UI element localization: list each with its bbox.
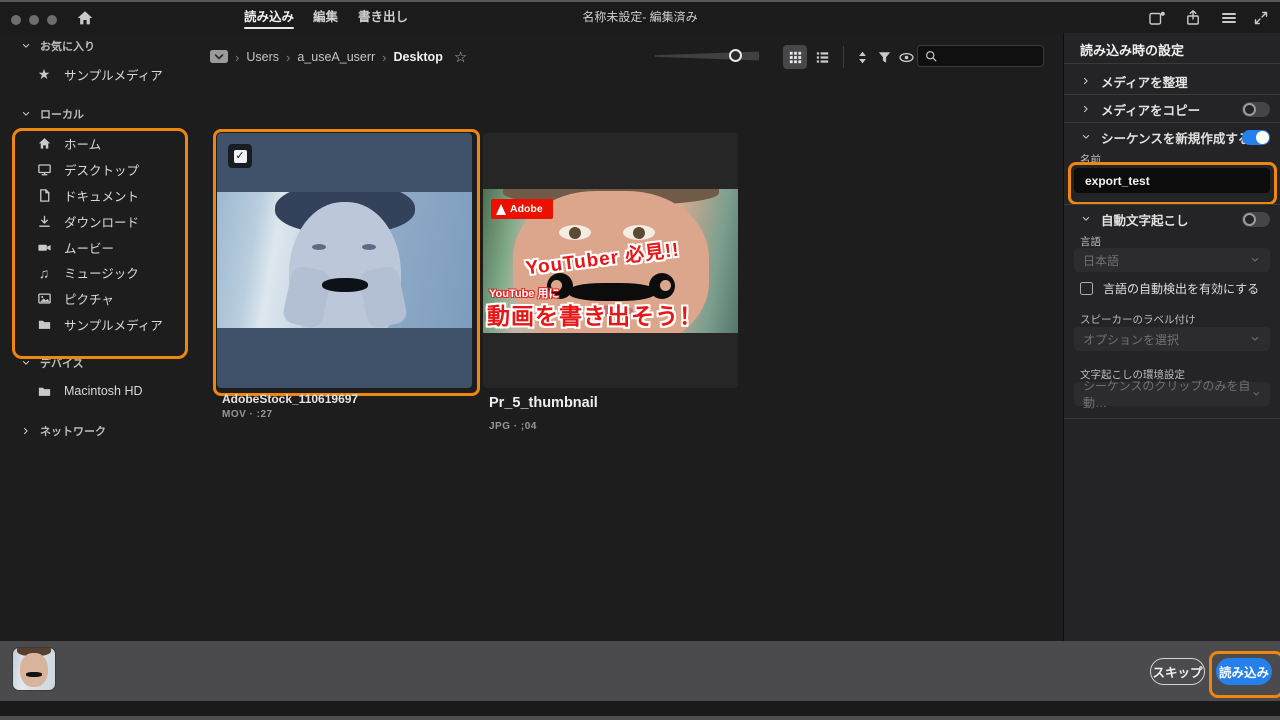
sidebar-item-music[interactable]: ♫ ミュージック <box>36 263 139 282</box>
sidebar-section-devices[interactable]: デバイス <box>20 355 84 371</box>
copy-media-toggle[interactable] <box>1242 102 1270 117</box>
monitor-icon <box>36 162 52 178</box>
section-copy-media[interactable]: メディアをコピー <box>1080 95 1268 123</box>
checkbox-checked-icon: ✓ <box>233 149 247 163</box>
name-label: 名前 <box>1080 154 1101 166</box>
media-thumbnail-art: Adobe YouTuber 必見!! YouTube 用に 動画を書き出そう！ <box>483 189 738 333</box>
picture-icon <box>36 291 52 307</box>
language-label: 言語 <box>1080 236 1101 248</box>
folder-icon <box>36 317 52 333</box>
auto-detect-language-checkbox[interactable]: 言語の自動検出を有効にする <box>1080 280 1259 297</box>
favorite-star-icon[interactable]: ☆ <box>454 48 467 66</box>
panel-title: 読み込み時の設定 <box>1080 43 1185 58</box>
toolbar-divider <box>843 46 844 68</box>
media-meta: MOV · :27 <box>222 409 273 420</box>
workspace-icon[interactable] <box>1148 9 1166 27</box>
import-button[interactable]: 読み込み <box>1216 658 1272 685</box>
window-bottom-edge <box>0 701 1280 716</box>
section-auto-transcribe[interactable]: 自動文字起こし <box>1080 205 1268 233</box>
sidebar-item-sample-media-fav[interactable]: ★ サンプルメディア <box>36 65 163 84</box>
breadcrumb: › Users › a_useA_userr › Desktop ☆ <box>210 45 467 69</box>
chevron-down-icon <box>1251 257 1259 262</box>
transcription-pref-dropdown[interactable]: シーケンスのクリップのみを自動… <box>1074 379 1270 410</box>
language-dropdown[interactable]: 日本語 <box>1074 248 1270 272</box>
chevron-down-icon <box>1251 336 1259 341</box>
document-icon <box>36 188 52 204</box>
auto-transcribe-toggle[interactable] <box>1242 212 1270 227</box>
section-organize-media[interactable]: メディアを整理 <box>1080 67 1268 95</box>
home-icon <box>36 136 52 152</box>
speaker-labeling-label: スピーカーのラベル付け <box>1080 314 1196 326</box>
fullscreen-icon[interactable] <box>1252 9 1270 27</box>
menu-icon[interactable] <box>1220 9 1238 27</box>
grid-view-button[interactable] <box>783 45 807 69</box>
media-card-pr-thumbnail[interactable]: Adobe YouTuber 必見!! YouTube 用に 動画を書き出そう！ <box>483 133 738 388</box>
sidebar-item-desktop[interactable]: デスクトップ <box>36 160 139 179</box>
sidebar-section-local[interactable]: ローカル <box>20 106 84 122</box>
chevron-down-icon <box>1252 392 1259 396</box>
breadcrumb-user[interactable]: a_useA_userr <box>297 50 375 64</box>
search-icon <box>926 50 937 61</box>
download-icon <box>36 214 52 230</box>
sidebar-section-favorites[interactable]: お気に入り <box>20 38 95 54</box>
breadcrumb-desktop[interactable]: Desktop <box>394 50 443 64</box>
sidebar-item-documents[interactable]: ドキュメント <box>36 186 139 205</box>
sidebar-item-pictures[interactable]: ピクチャ <box>36 289 114 308</box>
sidebar-item-home[interactable]: ホーム <box>36 134 101 153</box>
sidebar: お気に入り ★ サンプルメディア ローカル ホーム デスクトップ ドキュメント … <box>0 33 210 641</box>
share-icon[interactable] <box>1184 9 1202 27</box>
media-name: AdobeStock_110619697 <box>222 392 359 406</box>
drive-icon[interactable] <box>210 50 228 64</box>
content-area: お気に入り ★ サンプルメディア ローカル ホーム デスクトップ ドキュメント … <box>0 33 1063 641</box>
desktop-edge <box>0 716 1280 720</box>
adobe-logo: Adobe <box>491 199 553 219</box>
movie-icon <box>36 240 52 256</box>
folder-icon <box>36 383 52 399</box>
sidebar-section-network[interactable]: ネットワーク <box>20 423 106 439</box>
search-box[interactable] <box>917 45 1044 67</box>
selection-checkbox[interactable]: ✓ <box>228 144 252 168</box>
media-card-adobestock[interactable]: ✓ <box>217 133 472 388</box>
filter-button[interactable] <box>872 45 896 69</box>
thumbnail-zoom-slider[interactable] <box>655 49 759 62</box>
section-new-sequence[interactable]: シーケンスを新規作成する <box>1080 123 1268 151</box>
sequence-name-input[interactable] <box>1075 169 1269 192</box>
sort-button[interactable] <box>850 45 874 69</box>
thumbnail-text-overlay: 動画を書き出そう！ <box>487 303 703 329</box>
speaker-labeling-dropdown[interactable]: オプションを選択 <box>1074 327 1270 351</box>
list-view-button[interactable] <box>810 45 834 69</box>
checkbox-unchecked-icon <box>1080 282 1093 295</box>
skip-button[interactable]: スキップ <box>1150 658 1205 685</box>
music-icon: ♫ <box>38 264 50 281</box>
sidebar-item-movies[interactable]: ムービー <box>36 238 114 257</box>
new-sequence-toggle[interactable] <box>1242 130 1270 145</box>
slider-knob[interactable] <box>729 49 742 62</box>
footer-bar: スキップ 読み込み <box>0 641 1280 701</box>
breadcrumb-users[interactable]: Users <box>246 50 279 64</box>
selected-media-preview <box>12 647 56 691</box>
sidebar-item-macintosh-hd[interactable]: Macintosh HD <box>36 383 143 399</box>
window-title: 名称未設定- 編集済み <box>582 10 698 24</box>
media-name: Pr_5_thumbnail <box>489 395 598 411</box>
sequence-name-field[interactable] <box>1074 168 1270 193</box>
star-icon: ★ <box>37 66 51 82</box>
import-settings-panel: 読み込み時の設定 メディアを整理 メディアをコピー シーケンスを新規作成する 名… <box>1063 33 1280 641</box>
title-bar: 読み込み 編集 書き出し 名称未設定- 編集済み <box>0 2 1280 34</box>
media-meta: JPG · ;04 <box>489 421 537 432</box>
sidebar-item-sample-media[interactable]: サンプルメディア <box>36 315 163 334</box>
media-thumbnail-art <box>217 192 472 328</box>
preview-eye-button[interactable] <box>894 45 918 69</box>
search-input[interactable] <box>943 48 1037 64</box>
sidebar-item-downloads[interactable]: ダウンロード <box>36 212 139 231</box>
